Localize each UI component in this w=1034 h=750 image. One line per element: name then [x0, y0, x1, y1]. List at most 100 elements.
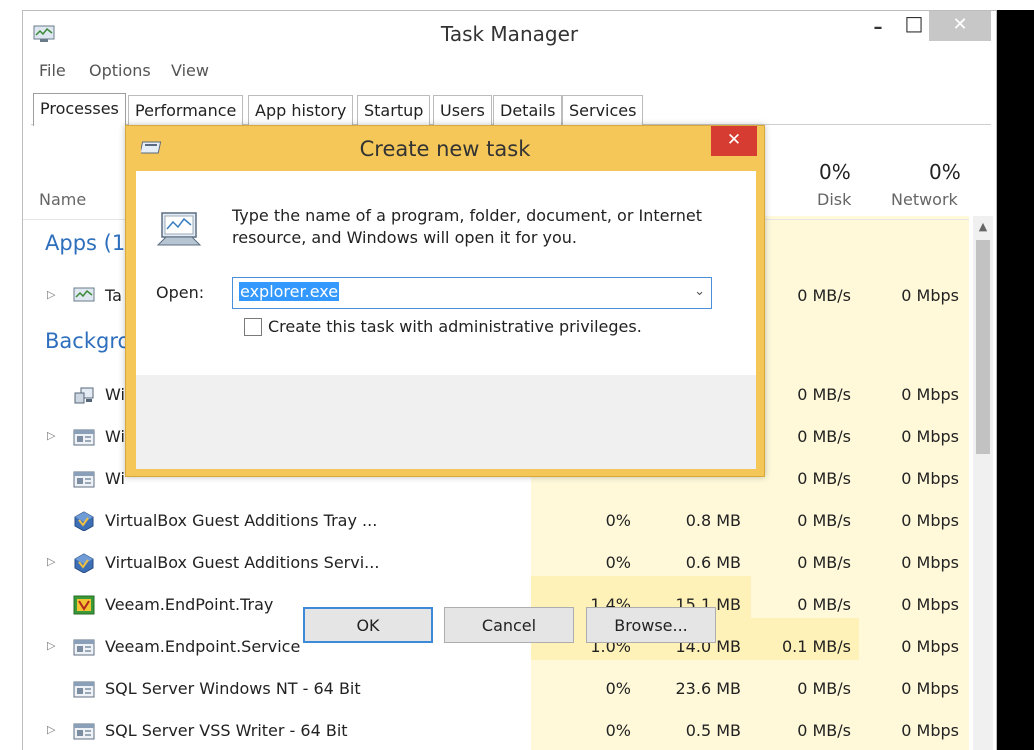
service-window-icon — [73, 681, 95, 698]
program-icon — [156, 212, 202, 246]
disk-cell: 0 MB/s — [797, 511, 851, 530]
disk-cell: 0 MB/s — [797, 385, 851, 404]
network-cell: 0 Mbps — [901, 511, 959, 530]
memory-cell: 0.6 MB — [685, 553, 741, 572]
tab-processes[interactable]: Processes — [33, 93, 126, 126]
vertical-scrollbar[interactable]: ▲ — [973, 216, 993, 750]
browse-button[interactable]: Browse... — [586, 607, 716, 643]
ok-button[interactable]: OK — [303, 607, 433, 643]
memory-cell: 23.6 MB — [675, 679, 742, 698]
veeam-icon — [73, 595, 95, 615]
process-name: SQL Server VSS Writer - 64 Bit — [105, 721, 348, 740]
network-cell: 0 Mbps — [901, 553, 959, 572]
minimize-icon: – — [873, 17, 883, 38]
maximize-button[interactable]: □ — [897, 11, 931, 41]
menu-bar: File Options View — [23, 58, 996, 86]
admin-privileges-checkbox[interactable] — [244, 318, 262, 336]
tab-users[interactable]: Users — [433, 95, 492, 125]
process-name: VirtualBox Guest Additions Tray ... — [105, 511, 378, 530]
expand-icon[interactable]: ▷ — [47, 429, 55, 442]
disk-cell: 0 MB/s — [797, 553, 851, 572]
description-line-1: Type the name of a program, folder, docu… — [232, 206, 703, 225]
menu-file[interactable]: File — [39, 61, 66, 80]
table-row[interactable]: VirtualBox Guest Additions Tray ... 0% 0.8… — [23, 500, 969, 542]
process-name: Wi — [105, 469, 125, 488]
disk-cell: 0 MB/s — [797, 469, 851, 488]
service-window-icon — [73, 471, 95, 488]
task-manager-icon — [73, 287, 95, 302]
screen-edge — [997, 10, 1034, 750]
network-cell: 0 Mbps — [901, 595, 959, 614]
disk-cell: 0 MB/s — [797, 721, 851, 740]
open-input-value[interactable]: explorer.exe — [239, 282, 340, 301]
network-cell: 0 Mbps — [901, 385, 959, 404]
network-cell: 0 Mbps — [901, 679, 959, 698]
tab-startup[interactable]: Startup — [357, 95, 431, 125]
name-column-header[interactable]: Name — [39, 190, 86, 209]
cpu-cell: 0% — [605, 721, 631, 740]
close-icon: ✕ — [952, 14, 968, 35]
expand-icon[interactable]: ▷ — [47, 555, 55, 568]
service-window-icon — [73, 429, 95, 446]
apps-section-header: Apps (1 — [45, 231, 126, 255]
maximize-icon: □ — [904, 11, 924, 35]
expand-icon[interactable]: ▷ — [47, 723, 55, 736]
network-cell: 0 Mbps — [901, 427, 959, 446]
close-button[interactable]: ✕ — [929, 11, 991, 41]
admin-privileges-label[interactable]: Create this task with administrative pri… — [268, 317, 642, 336]
tab-performance[interactable]: Performance — [128, 95, 244, 125]
network-column-header[interactable]: Network — [891, 190, 958, 209]
process-name: Wi — [105, 385, 125, 404]
cancel-button[interactable]: Cancel — [444, 607, 574, 643]
process-name: Wi — [105, 427, 125, 446]
close-icon: ✕ — [726, 130, 742, 150]
disk-cell: 0 MB/s — [797, 679, 851, 698]
process-name: Veeam.Endpoint.Service — [105, 637, 301, 656]
dialog-body: Type the name of a program, folder, docu… — [136, 171, 756, 643]
disk-column-header[interactable]: Disk — [817, 190, 851, 209]
scroll-up-icon[interactable]: ▲ — [973, 220, 993, 233]
create-new-task-dialog: Create new task ✕ Type the name of a pro… — [125, 125, 765, 643]
expand-icon[interactable]: ▷ — [47, 639, 55, 652]
menu-view[interactable]: View — [171, 61, 209, 80]
tab-app-history[interactable]: App history — [248, 95, 354, 125]
cpu-cell: 0% — [605, 511, 631, 530]
chevron-down-icon[interactable]: ⌄ — [694, 284, 705, 299]
service-window-icon — [73, 723, 95, 740]
scroll-thumb[interactable] — [976, 240, 990, 454]
table-row[interactable]: ▷ VirtualBox Guest Additions Servi... 0% 0.… — [23, 542, 969, 584]
cpu-cell: 0% — [605, 679, 631, 698]
process-name: VirtualBox Guest Additions Servi... — [105, 553, 380, 572]
virtualbox-icon — [74, 511, 94, 531]
disk-cell: 0 MB/s — [797, 595, 851, 614]
memory-cell: 0.8 MB — [685, 511, 741, 530]
virtualbox-icon — [74, 553, 94, 573]
network-cell: 0 Mbps — [901, 286, 959, 305]
tab-strip: Processes Performance App history Startu… — [31, 93, 991, 126]
menu-options[interactable]: Options — [89, 61, 151, 80]
dialog-close-button[interactable]: ✕ — [711, 126, 757, 156]
expand-icon[interactable]: ▷ — [47, 288, 55, 301]
tab-services[interactable]: Services — [562, 95, 644, 125]
memory-cell: 0.5 MB — [685, 721, 741, 740]
network-cell: 0 Mbps — [901, 637, 959, 656]
dialog-button-bar: OK Cancel Browse... — [136, 375, 756, 643]
cpu-cell: 0% — [605, 553, 631, 572]
minimize-button[interactable]: – — [861, 17, 895, 47]
process-name: Veeam.EndPoint.Tray — [105, 595, 274, 614]
title-bar: Task Manager – □ ✕ — [23, 11, 996, 56]
open-combobox[interactable]: explorer.exe ⌄ — [232, 277, 712, 309]
disk-cell: 0.1 MB/s — [781, 637, 851, 656]
table-row[interactable]: SQL Server Windows NT - 64 Bit 0% 23.6 MB 0… — [23, 668, 969, 710]
disk-usage-percent: 0% — [819, 160, 851, 184]
network-cell: 0 Mbps — [901, 721, 959, 740]
table-row[interactable]: ▷ SQL Server VSS Writer - 64 Bit 0% 0.5 MB 0… — [23, 710, 969, 750]
tab-details[interactable]: Details — [493, 95, 563, 125]
network-computer-icon — [74, 387, 94, 404]
process-name: SQL Server Windows NT - 64 Bit — [105, 679, 361, 698]
background-section-header: Backgro — [45, 329, 131, 353]
dialog-title: Create new task — [359, 137, 531, 161]
network-cell: 0 Mbps — [901, 469, 959, 488]
open-label: Open: — [156, 283, 205, 302]
disk-cell: 0 MB/s — [797, 427, 851, 446]
